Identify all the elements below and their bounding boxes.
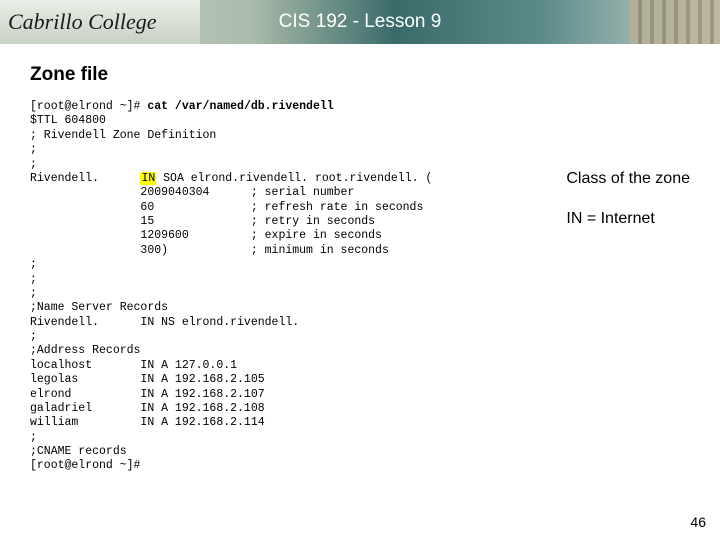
terminal-output: [root@elrond ~]# cat /var/named/db.riven… xyxy=(30,100,690,474)
soa-serial: 2009040304 ; serial number xyxy=(30,186,354,199)
semicolon: ; xyxy=(30,158,37,171)
semicolon: ; xyxy=(30,258,37,271)
title-bar: Cabrillo College CIS 192 - Lesson 9 xyxy=(0,0,720,44)
soa-rest: SOA elrond.rivendell. root.rivendell. ( xyxy=(156,172,432,185)
prompt: [root@elrond ~]# xyxy=(30,459,140,472)
semicolon: ; xyxy=(30,143,37,156)
soa-minimum: 300) ; minimum in seconds xyxy=(30,244,389,257)
slide-title: CIS 192 - Lesson 9 xyxy=(279,11,442,33)
semicolon: ; xyxy=(30,273,37,286)
class-in-highlight: IN xyxy=(140,172,156,185)
soa-expire: 1209600 ; expire in seconds xyxy=(30,229,382,242)
a-record: legolas IN A 192.168.2.105 xyxy=(30,373,265,386)
annotation-in-internet: IN = Internet xyxy=(566,210,690,228)
pillars-image xyxy=(630,0,720,44)
cname-comment: ;CNAME records xyxy=(30,445,127,458)
ns-record: Rivendell. IN NS elrond.rivendell. xyxy=(30,316,299,329)
a-record: galadriel IN A 192.168.2.108 xyxy=(30,402,265,415)
a-record: localhost IN A 127.0.0.1 xyxy=(30,359,237,372)
soa-retry: 15 ; retry in seconds xyxy=(30,215,375,228)
semicolon: ; xyxy=(30,431,37,444)
zone-def-comment: ; Rivendell Zone Definition xyxy=(30,129,216,142)
semicolon: ; xyxy=(30,287,37,300)
annotation-class-of-zone: Class of the zone xyxy=(566,170,690,188)
logo-area: Cabrillo College xyxy=(0,0,200,44)
addr-comment: ;Address Records xyxy=(30,344,140,357)
command-text: cat /var/named/db.rivendell xyxy=(147,100,333,113)
a-record: elrond IN A 192.168.2.107 xyxy=(30,388,265,401)
content-area: Zone file [root@elrond ~]# cat /var/name… xyxy=(0,44,720,474)
ttl-line: $TTL 604800 xyxy=(30,114,106,127)
page-number: 46 xyxy=(690,514,706,530)
prompt: [root@elrond ~]# xyxy=(30,100,147,113)
origin: Rivendell. xyxy=(30,172,99,185)
ns-comment: ;Name Server Records xyxy=(30,301,168,314)
a-record: william IN A 192.168.2.114 xyxy=(30,416,265,429)
semicolon: ; xyxy=(30,330,37,343)
college-logo-text: Cabrillo College xyxy=(8,9,157,35)
soa-refresh: 60 ; refresh rate in seconds xyxy=(30,201,423,214)
annotation-block: Class of the zone IN = Internet xyxy=(566,170,690,228)
section-heading: Zone file xyxy=(30,64,690,86)
